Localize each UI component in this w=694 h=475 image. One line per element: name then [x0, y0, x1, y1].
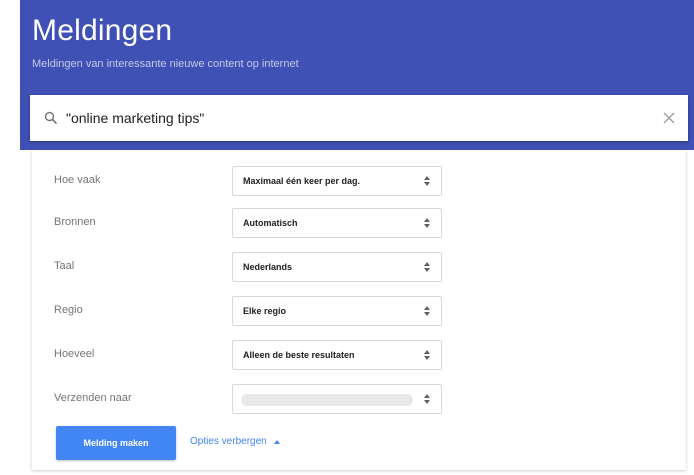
page-subtitle: Meldingen van interessante nieuwe conten… — [32, 58, 299, 70]
option-row-frequency: Hoe vaak Maximaal één keer per dag. — [32, 166, 686, 196]
redacted-email — [241, 394, 413, 406]
select-arrows-icon — [421, 217, 433, 229]
header: Meldingen Meldingen van interessante nie… — [20, 0, 694, 150]
search-icon — [44, 111, 58, 125]
frequency-select[interactable]: Maximaal één keer per dag. — [232, 166, 442, 196]
caret-up-icon — [273, 439, 281, 445]
option-label: Verzenden naar — [54, 392, 132, 404]
option-row-language: Taal Nederlands — [32, 252, 686, 282]
option-label: Hoeveel — [54, 348, 95, 360]
create-alert-button[interactable]: Melding maken — [56, 426, 176, 460]
option-row-deliver-to: Verzenden naar — [32, 384, 686, 414]
page-title: Meldingen — [32, 14, 173, 47]
option-label: Taal — [54, 260, 75, 272]
select-value: Elke regio — [243, 306, 287, 316]
select-arrows-icon — [421, 261, 433, 273]
select-value: Nederlands — [243, 262, 293, 272]
language-select[interactable]: Nederlands — [232, 252, 442, 282]
deliver-to-select[interactable] — [232, 384, 442, 414]
hide-options-link[interactable]: Opties verbergen — [190, 436, 281, 447]
option-row-sources: Bronnen Automatisch — [32, 208, 686, 238]
search-input[interactable]: "online marketing tips" — [66, 110, 662, 126]
sources-select[interactable]: Automatisch — [232, 208, 442, 238]
select-value: Automatisch — [243, 218, 298, 228]
close-icon[interactable] — [662, 111, 676, 125]
region-select[interactable]: Elke regio — [232, 296, 442, 326]
option-label: Bronnen — [54, 216, 96, 228]
option-row-region: Regio Elke regio — [32, 296, 686, 326]
select-arrows-icon — [421, 393, 433, 405]
option-row-quantity: Hoeveel Alleen de beste resultaten — [32, 340, 686, 370]
select-arrows-icon — [421, 305, 433, 317]
select-arrows-icon — [421, 175, 433, 187]
select-value: Alleen de beste resultaten — [243, 350, 355, 360]
quantity-select[interactable]: Alleen de beste resultaten — [232, 340, 442, 370]
select-arrows-icon — [421, 349, 433, 361]
options-panel: Hoe vaak Maximaal één keer per dag. Bron… — [32, 150, 686, 470]
select-value: Maximaal één keer per dag. — [243, 176, 361, 186]
option-label: Regio — [54, 304, 83, 316]
search-bar[interactable]: "online marketing tips" — [30, 95, 688, 141]
hide-options-label: Opties verbergen — [190, 436, 267, 447]
option-label: Hoe vaak — [54, 174, 101, 186]
